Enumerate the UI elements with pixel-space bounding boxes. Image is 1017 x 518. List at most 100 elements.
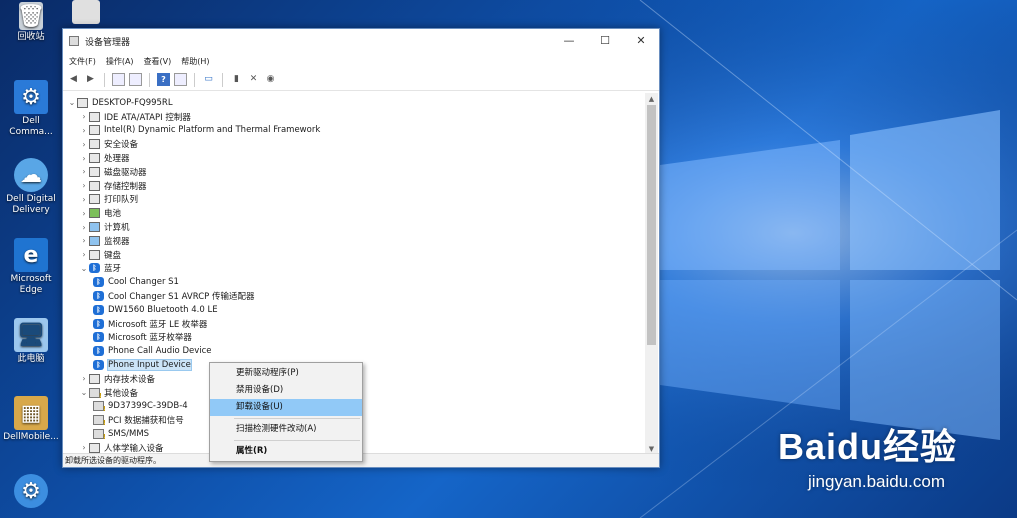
expand-icon[interactable]: › [79, 154, 89, 163]
forward-icon[interactable]: ▶ [84, 73, 97, 86]
update-driver-icon[interactable]: ▮ [230, 73, 243, 86]
memory-device-icon [89, 373, 100, 384]
toolbar-separator [194, 72, 195, 87]
tree-category[interactable]: › 处理器 [67, 151, 647, 165]
category-label: 处理器 [104, 154, 130, 165]
tree-category[interactable]: › IDE ATA/ATAPI 控制器 [67, 110, 647, 124]
monitor-icon [89, 235, 100, 246]
tree-category[interactable]: › 磁盘驱动器 [67, 165, 647, 179]
tree-category[interactable]: › 存储控制器 [67, 179, 647, 193]
close-button[interactable]: ✕ [623, 29, 659, 53]
app-icon [72, 0, 100, 24]
computer-icon [89, 222, 100, 233]
device-label: Cool Changer S1 [108, 277, 179, 288]
tree-device[interactable]: ᛒ Cool Changer S1 [67, 275, 647, 289]
menu-action[interactable]: 操作(A) [106, 56, 134, 67]
help-icon[interactable]: ? [157, 73, 170, 86]
bluetooth-icon: ᛒ [93, 277, 104, 288]
expand-icon[interactable]: › [79, 374, 89, 383]
tree-device[interactable]: ᛒ DW1560 Bluetooth 4.0 LE [67, 303, 647, 317]
menu-item-disable-device[interactable]: 禁用设备(D) [210, 382, 362, 399]
show-hide-tree-icon[interactable] [112, 73, 125, 86]
tree-category[interactable]: › 电池 [67, 206, 647, 220]
collapse-icon[interactable]: ⌄ [67, 98, 77, 107]
properties-icon[interactable] [129, 73, 142, 86]
menu-item-uninstall-device[interactable]: 卸载设备(U) [210, 399, 362, 416]
watermark-brand: Baidu经验 [777, 426, 957, 467]
title-bar[interactable]: 设备管理器 — ☐ ✕ [63, 29, 659, 53]
window-title: 设备管理器 [85, 37, 131, 48]
expand-icon[interactable]: › [79, 209, 89, 218]
back-icon[interactable]: ◀ [67, 73, 80, 86]
category-label: 磁盘驱动器 [104, 167, 147, 178]
menu-separator [234, 418, 360, 419]
toolbar-separator [104, 72, 105, 87]
expand-icon[interactable]: › [79, 223, 89, 232]
dell-mobile-desktop-icon[interactable]: ▦ DellMobile... [2, 396, 60, 443]
tree-device[interactable]: ᛒ Microsoft 蓝牙 LE 枚举器 [67, 317, 647, 331]
tree-category-bluetooth[interactable]: ⌄ ᛒ 蓝牙 [67, 262, 647, 276]
tree-category[interactable]: › 键盘 [67, 248, 647, 262]
tree-device[interactable]: ᛒ Cool Changer S1 AVRCP 传输适配器 [67, 289, 647, 303]
expand-icon[interactable]: › [79, 167, 89, 176]
toolbar-separator [149, 72, 150, 87]
this-pc-desktop-icon[interactable]: 🖥 此电脑 [2, 318, 60, 365]
edge-desktop-icon[interactable]: e Microsoft Edge [2, 238, 60, 296]
desktop-icon-label: Dell Digital Delivery [6, 194, 56, 215]
toolbar-separator [222, 72, 223, 87]
menu-item-scan-hardware[interactable]: 扫描检测硬件改动(A) [210, 421, 362, 438]
tree-category[interactable]: › Intel(R) Dynamic Platform and Thermal F… [67, 124, 647, 138]
tree-device[interactable]: ᛒ Phone Call Audio Device [67, 344, 647, 358]
category-label: 监视器 [104, 236, 130, 247]
warning-device-icon [93, 401, 106, 413]
menu-item-update-driver[interactable]: 更新驱动程序(P) [210, 365, 362, 382]
storage-controller-icon [89, 180, 100, 191]
view-icon[interactable] [174, 73, 187, 86]
expand-icon[interactable]: › [79, 443, 89, 452]
uninstall-icon[interactable]: ✕ [247, 73, 260, 86]
category-label: 打印队列 [104, 195, 139, 206]
expand-icon[interactable]: › [79, 195, 89, 204]
menu-help[interactable]: 帮助(H) [181, 56, 209, 67]
scan-hardware-icon[interactable]: ◉ [264, 73, 277, 86]
device-label: SMS/MMS [108, 429, 150, 440]
expand-icon[interactable]: › [79, 236, 89, 245]
dell-digital-delivery-desktop-icon[interactable]: ☁ Dell Digital Delivery [2, 158, 60, 216]
scroll-thumb[interactable] [647, 105, 656, 345]
minimize-button[interactable]: — [551, 29, 587, 53]
expand-icon[interactable]: › [79, 250, 89, 259]
expand-icon[interactable]: › [79, 112, 89, 121]
scroll-up-icon[interactable]: ▲ [645, 93, 658, 105]
collapse-icon[interactable]: ⌄ [79, 264, 89, 273]
monitor-icon[interactable]: ▭ [202, 73, 215, 86]
tree-device[interactable]: ᛒ Microsoft 蓝牙枚举器 [67, 331, 647, 345]
vertical-scrollbar[interactable]: ▲ ▼ [645, 93, 658, 455]
menu-file[interactable]: 文件(F) [69, 56, 96, 67]
computer-icon [77, 97, 88, 108]
menu-item-properties[interactable]: 属性(R) [210, 443, 362, 460]
bluetooth-icon: ᛒ [89, 263, 100, 274]
tree-category[interactable]: › 安全设备 [67, 137, 647, 151]
computer-icon: 🖥 [14, 318, 48, 352]
device-label: DW1560 Bluetooth 4.0 LE [108, 304, 218, 315]
tree-category[interactable]: › 监视器 [67, 234, 647, 248]
expand-icon[interactable]: › [79, 181, 89, 190]
battery-icon [89, 208, 100, 219]
bluetooth-icon: ᛒ [93, 318, 104, 329]
collapse-icon[interactable]: ⌄ [79, 388, 89, 397]
expand-icon[interactable]: › [79, 140, 89, 149]
tree-root[interactable]: ⌄ DESKTOP-FQ995RL [67, 96, 647, 110]
dell-command-desktop-icon[interactable]: ⚙ Dell Comma... [2, 80, 60, 138]
desktop-icon-label: DellMobile... [3, 432, 59, 442]
menu-view[interactable]: 查看(V) [144, 56, 172, 67]
tree-category[interactable]: › 打印队列 [67, 193, 647, 207]
dell-mobile-connect-desktop-icon[interactable]: ⚙ [2, 474, 60, 510]
desktop-icon-label: Dell Comma... [9, 116, 53, 137]
desktop-icon-label: Microsoft Edge [10, 274, 52, 295]
recycle-bin-desktop-icon[interactable]: 🗑 回收站 [2, 2, 60, 43]
expand-icon[interactable]: › [79, 126, 89, 135]
maximize-button[interactable]: ☐ [587, 29, 623, 53]
partial-desktop-icon[interactable] [66, 0, 106, 26]
tree-category[interactable]: › 计算机 [67, 220, 647, 234]
recycle-bin-icon: 🗑 [17, 2, 45, 30]
